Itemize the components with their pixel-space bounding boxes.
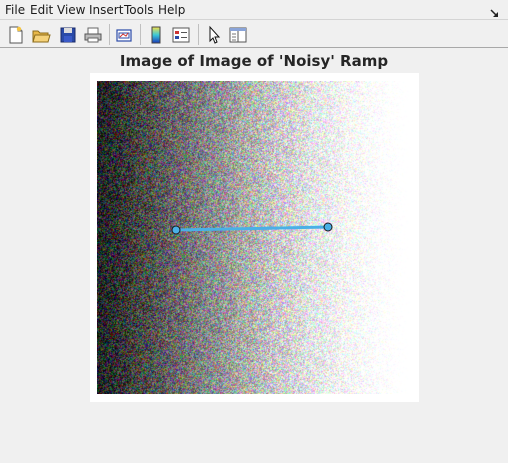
insert-colorbar-icon[interactable]	[146, 25, 166, 45]
save-icon[interactable]	[58, 25, 78, 45]
dock-figure-icon[interactable]	[490, 4, 500, 17]
figure-title: Image of Image of 'Noisy' Ramp	[119, 52, 389, 70]
property-inspector-icon[interactable]	[228, 25, 248, 45]
menu-view[interactable]: View	[57, 2, 85, 18]
toolbar-separator	[109, 24, 110, 45]
menu-help[interactable]: Help	[158, 2, 185, 18]
link-plot-icon[interactable]	[114, 25, 134, 45]
menu-tools[interactable]: Tools	[124, 2, 154, 18]
print-icon[interactable]	[83, 25, 103, 45]
menu-insert[interactable]: Insert	[89, 2, 123, 18]
menu-edit[interactable]: Edit	[30, 2, 53, 18]
insert-legend-icon[interactable]	[171, 25, 191, 45]
figure-toolbar	[0, 21, 508, 48]
noisy-ramp-image	[97, 81, 411, 394]
menu-file[interactable]: File	[5, 2, 25, 18]
open-file-icon[interactable]	[31, 25, 51, 45]
profile-line-end-handle[interactable]	[323, 222, 333, 232]
new-figure-icon[interactable]	[6, 25, 26, 45]
edit-plot-pointer-icon[interactable]	[204, 25, 224, 45]
toolbar-separator	[140, 24, 141, 45]
profile-line-start-handle[interactable]	[171, 225, 181, 235]
toolbar-separator	[198, 24, 199, 45]
menu-bar: File Edit View Insert Tools Help	[0, 0, 508, 20]
